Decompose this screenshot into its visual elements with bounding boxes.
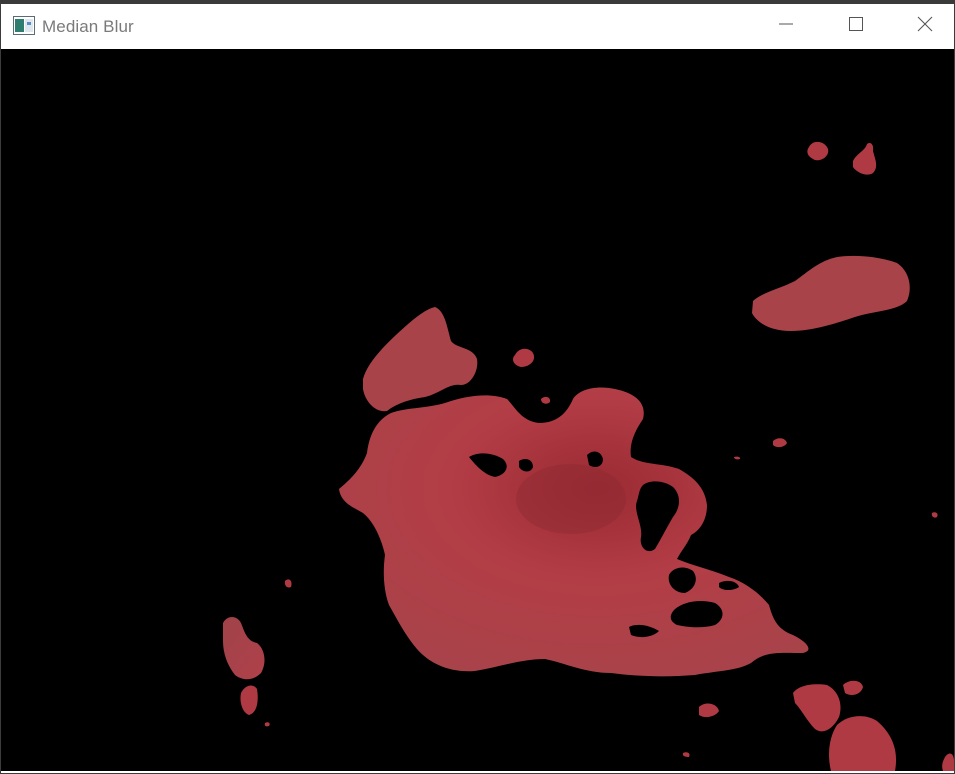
blob-shadow (516, 464, 626, 534)
maximize-button[interactable] (821, 4, 891, 49)
median-blur-image (1, 49, 954, 771)
minimize-button[interactable] (751, 4, 821, 49)
app-window-icon (13, 16, 35, 35)
image-canvas[interactable] (1, 49, 954, 771)
window-title: Median Blur (42, 17, 134, 36)
minimize-icon (778, 16, 794, 37)
blob (264, 722, 270, 727)
close-icon (917, 16, 933, 37)
title-bar[interactable]: Median Blur (1, 4, 954, 49)
maximize-icon (848, 16, 864, 37)
close-button[interactable] (890, 4, 954, 49)
app-window: Median Blur (0, 0, 955, 774)
